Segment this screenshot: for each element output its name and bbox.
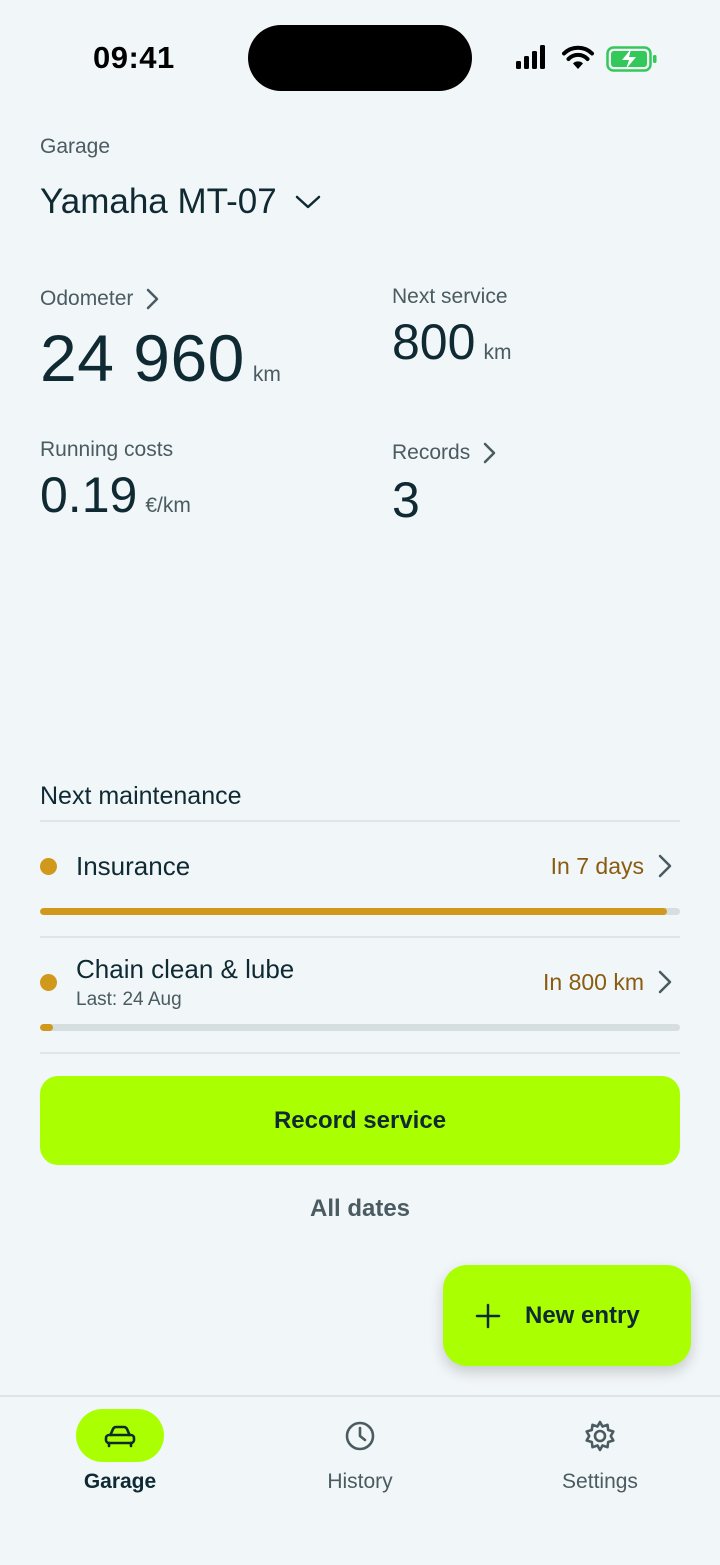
maintenance-item-insurance[interactable]: Insurance In 7 days xyxy=(40,845,680,887)
maintenance-item-text: Chain clean & lube Last: 24 Aug xyxy=(76,954,294,1011)
nav-label: Settings xyxy=(562,1470,638,1493)
maintenance-item-due: In 7 days xyxy=(550,852,644,879)
records-link[interactable]: Records xyxy=(392,441,496,465)
vehicle-name: Yamaha MT-07 xyxy=(40,182,277,221)
nav-item-garage[interactable]: Garage xyxy=(20,1409,220,1494)
gear-icon xyxy=(585,1420,615,1451)
odometer-value: 24 960 xyxy=(40,321,245,395)
running-costs-value: 0.19 xyxy=(40,467,138,523)
all-dates-button[interactable]: All dates xyxy=(0,1195,720,1223)
nav-label: History xyxy=(327,1470,393,1493)
next-service-label: Next service xyxy=(392,285,508,308)
section-title-next-maintenance: Next maintenance xyxy=(40,782,242,810)
maintenance-progress-fill xyxy=(40,1024,53,1031)
dynamic-island xyxy=(248,25,472,91)
bottom-navigation: Garage History Settings xyxy=(0,1395,720,1565)
cellular-signal-icon xyxy=(516,45,545,69)
chevron-right-icon xyxy=(147,288,159,310)
status-dot xyxy=(40,857,57,875)
divider xyxy=(40,1052,680,1054)
garage-label: Garage xyxy=(40,135,111,158)
maintenance-item-title: Insurance xyxy=(76,850,191,881)
wifi-icon xyxy=(562,45,594,69)
odometer-link[interactable]: Odometer xyxy=(40,287,159,311)
nav-label: Garage xyxy=(83,1470,157,1493)
maintenance-item-text: Insurance xyxy=(76,851,190,882)
maintenance-progress-bar xyxy=(40,1024,680,1031)
clock-icon xyxy=(345,1421,375,1450)
chevron-right-icon xyxy=(658,854,672,878)
chevron-right-icon xyxy=(483,442,496,464)
nav-icon-container xyxy=(316,1409,404,1462)
plus-icon xyxy=(475,1303,501,1328)
status-dot xyxy=(40,973,57,991)
next-service-value-group: 800 km xyxy=(392,317,511,367)
running-costs-unit: €/km xyxy=(145,494,191,517)
chevron-down-icon xyxy=(295,195,320,209)
car-icon xyxy=(104,1425,136,1447)
records-value: 3 xyxy=(392,472,420,528)
next-service-unit: km xyxy=(483,341,512,364)
divider xyxy=(40,936,680,938)
new-entry-label: New entry xyxy=(525,1301,640,1329)
running-costs-label: Running costs xyxy=(40,438,174,461)
nav-item-history[interactable]: History xyxy=(260,1409,460,1494)
vehicle-selector[interactable]: Yamaha MT-07 xyxy=(40,182,321,222)
next-service-value: 800 xyxy=(392,314,476,370)
nav-active-indicator xyxy=(76,1409,164,1462)
records-label: Records xyxy=(392,441,471,464)
maintenance-progress-fill xyxy=(40,908,668,915)
maintenance-item-subtitle: Last: 24 Aug xyxy=(76,988,182,1010)
chevron-right-icon xyxy=(658,970,672,994)
maintenance-item-title: Chain clean & lube xyxy=(76,953,295,984)
divider xyxy=(40,820,680,822)
odometer-value-group: 24 960 km xyxy=(40,325,281,391)
nav-item-settings[interactable]: Settings xyxy=(500,1409,700,1494)
maintenance-item-chain[interactable]: Chain clean & lube Last: 24 Aug In 800 k… xyxy=(40,952,680,1012)
record-service-button[interactable]: Record service xyxy=(40,1076,680,1165)
maintenance-progress-bar xyxy=(40,908,680,915)
maintenance-item-due: In 800 km xyxy=(543,968,644,995)
nav-icon-container xyxy=(556,1409,644,1462)
running-costs-value-group: 0.19 €/km xyxy=(40,470,191,520)
odometer-unit: km xyxy=(252,363,281,386)
status-time: 09:41 xyxy=(93,40,175,75)
odometer-label: Odometer xyxy=(40,287,134,310)
new-entry-button[interactable]: New entry xyxy=(443,1265,691,1366)
battery-charging-icon xyxy=(606,46,657,72)
